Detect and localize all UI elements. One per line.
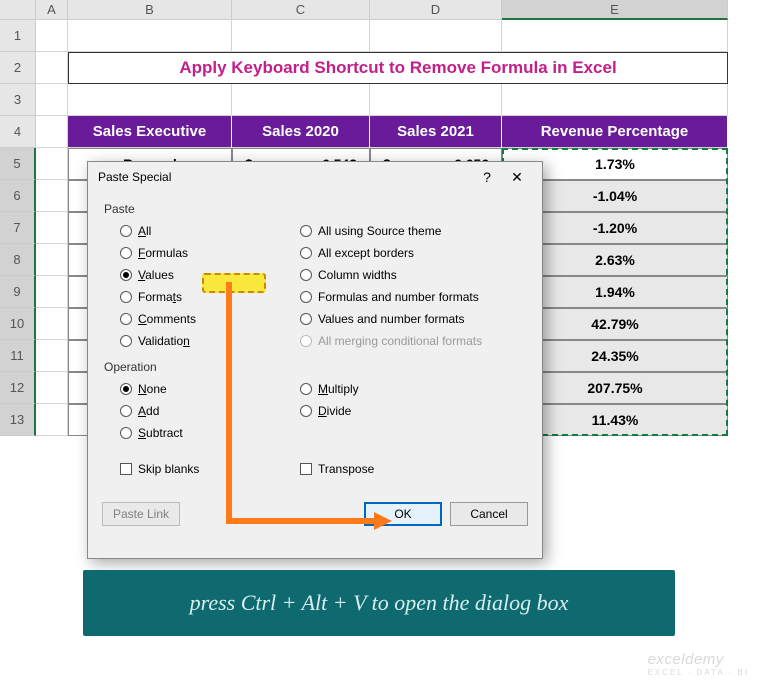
dialog-title: Paste Special [98, 170, 171, 184]
row-6[interactable]: 6 [0, 180, 36, 212]
hdr-2020: Sales 2020 [232, 116, 370, 148]
row-8[interactable]: 8 [0, 244, 36, 276]
paste-radio-2[interactable]: Values [102, 264, 282, 286]
select-all-corner[interactable] [0, 0, 36, 20]
col-D[interactable]: D [370, 0, 502, 20]
dialog-titlebar[interactable]: Paste Special ? ✕ [88, 162, 542, 192]
paste-radio-r3[interactable]: Formulas and number formats [282, 286, 528, 308]
close-icon[interactable]: ✕ [502, 169, 532, 186]
paste-special-dialog: Paste Special ? ✕ Paste AllFormulasValue… [87, 161, 543, 559]
instruction-banner: press Ctrl + Alt + V to open the dialog … [83, 570, 675, 636]
paste-radio-r5: All merging conditional formats [282, 330, 528, 352]
row-11[interactable]: 11 [0, 340, 36, 372]
row-5[interactable]: 5 [0, 148, 36, 180]
op-radio-0[interactable]: None [102, 378, 282, 400]
op-radio-2[interactable]: Subtract [102, 422, 282, 444]
operation-group-label: Operation [104, 360, 528, 374]
column-headers: A B C D E [0, 0, 767, 20]
row-2[interactable]: 2 [0, 52, 36, 84]
paste-radio-3[interactable]: Formats [102, 286, 282, 308]
col-E[interactable]: E [502, 0, 728, 20]
col-B[interactable]: B [68, 0, 232, 20]
paste-radio-r2[interactable]: Column widths [282, 264, 528, 286]
col-A[interactable]: A [36, 0, 68, 20]
hdr-exec: Sales Executive [68, 116, 232, 148]
row-headers: 1 2 3 4 5 6 7 8 9 10 11 12 13 [0, 20, 36, 436]
watermark: exceldemy EXCEL · DATA · BI [648, 651, 749, 677]
row-3[interactable]: 3 [0, 84, 36, 116]
skip-blanks-checkbox[interactable]: Skip blanks [102, 458, 282, 480]
paste-radio-r4[interactable]: Values and number formats [282, 308, 528, 330]
help-icon[interactable]: ? [472, 169, 502, 185]
row-12[interactable]: 12 [0, 372, 36, 404]
row-1[interactable]: 1 [0, 20, 36, 52]
hdr-pct: Revenue Percentage [502, 116, 728, 148]
op-radio-r1[interactable]: Divide [282, 400, 528, 422]
row-10[interactable]: 10 [0, 308, 36, 340]
paste-radio-5[interactable]: Validation [102, 330, 282, 352]
paste-radio-4[interactable]: Comments [102, 308, 282, 330]
paste-radio-r1[interactable]: All except borders [282, 242, 528, 264]
paste-radio-r0[interactable]: All using Source theme [282, 220, 528, 242]
row-9[interactable]: 9 [0, 276, 36, 308]
row-7[interactable]: 7 [0, 212, 36, 244]
row-13[interactable]: 13 [0, 404, 36, 436]
cancel-button[interactable]: Cancel [450, 502, 528, 526]
transpose-checkbox[interactable]: Transpose [282, 458, 528, 480]
paste-link-button[interactable]: Paste Link [102, 502, 180, 526]
page-title: Apply Keyboard Shortcut to Remove Formul… [68, 52, 728, 84]
paste-radio-1[interactable]: Formulas [102, 242, 282, 264]
ok-button[interactable]: OK [364, 502, 442, 526]
op-radio-r0[interactable]: Multiply [282, 378, 528, 400]
paste-group-label: Paste [104, 202, 528, 216]
hdr-2021: Sales 2021 [370, 116, 502, 148]
col-C[interactable]: C [232, 0, 370, 20]
op-radio-1[interactable]: Add [102, 400, 282, 422]
paste-radio-0[interactable]: All [102, 220, 282, 242]
row-4[interactable]: 4 [0, 116, 36, 148]
